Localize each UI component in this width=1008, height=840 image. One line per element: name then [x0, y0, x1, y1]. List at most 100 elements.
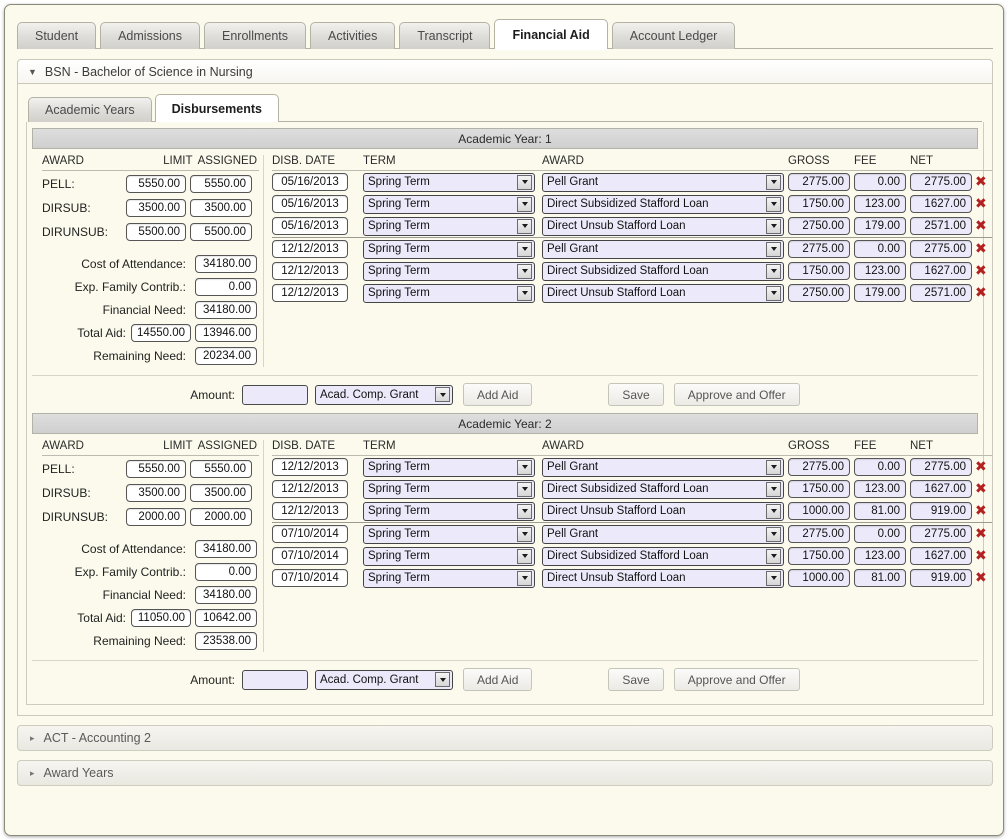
term-select[interactable]: Spring Term — [363, 240, 535, 259]
fee-input[interactable]: 0.00 — [854, 458, 906, 476]
award-select[interactable]: Pell Grant — [542, 458, 784, 477]
chevron-down-icon[interactable] — [517, 549, 532, 564]
tab-activities[interactable]: Activities — [310, 22, 395, 49]
chevron-down-icon[interactable] — [517, 175, 532, 190]
award-select[interactable]: Pell Grant — [542, 240, 784, 259]
gross-input[interactable]: 2775.00 — [788, 173, 850, 191]
award-assigned-field[interactable]: 5550.00 — [190, 175, 252, 193]
fee-input[interactable]: 123.00 — [854, 195, 906, 213]
award-select[interactable]: Pell Grant — [542, 525, 784, 544]
chevron-down-icon[interactable] — [766, 460, 781, 475]
chevron-down-icon[interactable] — [517, 571, 532, 586]
delete-row-icon[interactable]: ✖ — [975, 549, 987, 563]
chevron-down-icon[interactable] — [766, 549, 781, 564]
chevron-down-icon[interactable] — [517, 264, 532, 279]
aid-type-select[interactable]: Acad. Comp. Grant — [315, 670, 453, 690]
financial-need-field[interactable]: 34180.00 — [195, 301, 257, 319]
term-select[interactable]: Spring Term — [363, 458, 535, 477]
save-button[interactable]: Save — [608, 668, 663, 691]
delete-row-icon[interactable]: ✖ — [975, 286, 987, 300]
delete-row-icon[interactable]: ✖ — [975, 571, 987, 585]
award-select[interactable]: Direct Subsidized Stafford Loan — [542, 480, 784, 499]
delete-row-icon[interactable]: ✖ — [975, 482, 987, 496]
fee-input[interactable]: 123.00 — [854, 262, 906, 280]
fee-input[interactable]: 179.00 — [854, 284, 906, 302]
program-accordion-header[interactable]: ▼ BSN - Bachelor of Science in Nursing — [17, 59, 993, 84]
gross-input[interactable]: 1750.00 — [788, 262, 850, 280]
total-aid-offered-field[interactable]: 11050.00 — [131, 609, 191, 627]
award-select[interactable]: Direct Subsidized Stafford Loan — [542, 547, 784, 566]
term-select[interactable]: Spring Term — [363, 173, 535, 192]
fee-input[interactable]: 0.00 — [854, 173, 906, 191]
add-aid-button[interactable]: Add Aid — [463, 668, 532, 691]
total-aid-net-field[interactable]: 10642.00 — [195, 609, 257, 627]
award-assigned-field[interactable]: 5550.00 — [190, 460, 252, 478]
term-select[interactable]: Spring Term — [363, 262, 535, 281]
chevron-down-icon[interactable] — [435, 672, 450, 687]
exp-family-contrib-field[interactable]: 0.00 — [195, 278, 257, 296]
delete-row-icon[interactable]: ✖ — [975, 460, 987, 474]
tab-account-ledger[interactable]: Account Ledger — [612, 22, 736, 49]
net-input[interactable]: 919.00 — [910, 569, 972, 587]
award-select[interactable]: Direct Unsub Stafford Loan — [542, 502, 784, 521]
award-limit-field[interactable]: 5550.00 — [126, 175, 186, 193]
net-input[interactable]: 1627.00 — [910, 480, 972, 498]
disb-date-input[interactable]: 12/12/2013 — [272, 284, 348, 302]
term-select[interactable]: Spring Term — [363, 569, 535, 588]
amount-input[interactable] — [242, 670, 308, 690]
gross-input[interactable]: 2775.00 — [788, 525, 850, 543]
approve-and-offer-button[interactable]: Approve and Offer — [674, 383, 800, 406]
tab-student[interactable]: Student — [17, 22, 96, 49]
collapsed-accordion-act-accounting-2[interactable]: ▸ACT - Accounting 2 — [17, 725, 993, 751]
disb-date-input[interactable]: 12/12/2013 — [272, 262, 348, 280]
fee-input[interactable]: 0.00 — [854, 525, 906, 543]
chevron-down-icon[interactable] — [766, 219, 781, 234]
fee-input[interactable]: 123.00 — [854, 480, 906, 498]
net-input[interactable]: 2775.00 — [910, 240, 972, 258]
term-select[interactable]: Spring Term — [363, 284, 535, 303]
chevron-down-icon[interactable] — [766, 504, 781, 519]
remaining-need-field[interactable]: 23538.00 — [195, 632, 257, 650]
award-assigned-field[interactable]: 3500.00 — [190, 484, 252, 502]
delete-row-icon[interactable]: ✖ — [975, 264, 987, 278]
tab-financial-aid[interactable]: Financial Aid — [494, 19, 607, 49]
fee-input[interactable]: 0.00 — [854, 240, 906, 258]
chevron-down-icon[interactable] — [766, 527, 781, 542]
add-aid-button[interactable]: Add Aid — [463, 383, 532, 406]
term-select[interactable]: Spring Term — [363, 195, 535, 214]
gross-input[interactable]: 2750.00 — [788, 217, 850, 235]
gross-input[interactable]: 1000.00 — [788, 502, 850, 520]
disb-date-input[interactable]: 05/16/2013 — [272, 173, 348, 191]
net-input[interactable]: 1627.00 — [910, 262, 972, 280]
net-input[interactable]: 1627.00 — [910, 195, 972, 213]
gross-input[interactable]: 1750.00 — [788, 195, 850, 213]
chevron-down-icon[interactable] — [766, 175, 781, 190]
delete-row-icon[interactable]: ✖ — [975, 242, 987, 256]
chevron-down-icon[interactable] — [517, 527, 532, 542]
amount-input[interactable] — [242, 385, 308, 405]
disb-date-input[interactable]: 05/16/2013 — [272, 217, 348, 235]
tab-enrollments[interactable]: Enrollments — [204, 22, 306, 49]
disb-date-input[interactable]: 07/10/2014 — [272, 525, 348, 543]
fee-input[interactable]: 123.00 — [854, 547, 906, 565]
disb-date-input[interactable]: 07/10/2014 — [272, 569, 348, 587]
tab-admissions[interactable]: Admissions — [100, 22, 200, 49]
net-input[interactable]: 2775.00 — [910, 458, 972, 476]
chevron-down-icon[interactable] — [517, 242, 532, 257]
cost-of-attendance-field[interactable]: 34180.00 — [195, 540, 257, 558]
chevron-down-icon[interactable] — [766, 264, 781, 279]
fee-input[interactable]: 179.00 — [854, 217, 906, 235]
chevron-down-icon[interactable] — [517, 197, 532, 212]
delete-row-icon[interactable]: ✖ — [975, 219, 987, 233]
chevron-down-icon[interactable] — [766, 286, 781, 301]
disb-date-input[interactable]: 12/12/2013 — [272, 240, 348, 258]
award-select[interactable]: Pell Grant — [542, 173, 784, 192]
gross-input[interactable]: 1750.00 — [788, 480, 850, 498]
chevron-down-icon[interactable] — [766, 571, 781, 586]
chevron-down-icon[interactable] — [517, 504, 532, 519]
exp-family-contrib-field[interactable]: 0.00 — [195, 563, 257, 581]
subtab-academic-years[interactable]: Academic Years — [28, 97, 152, 122]
award-select[interactable]: Direct Subsidized Stafford Loan — [542, 262, 784, 281]
fee-input[interactable]: 81.00 — [854, 569, 906, 587]
gross-input[interactable]: 2775.00 — [788, 240, 850, 258]
